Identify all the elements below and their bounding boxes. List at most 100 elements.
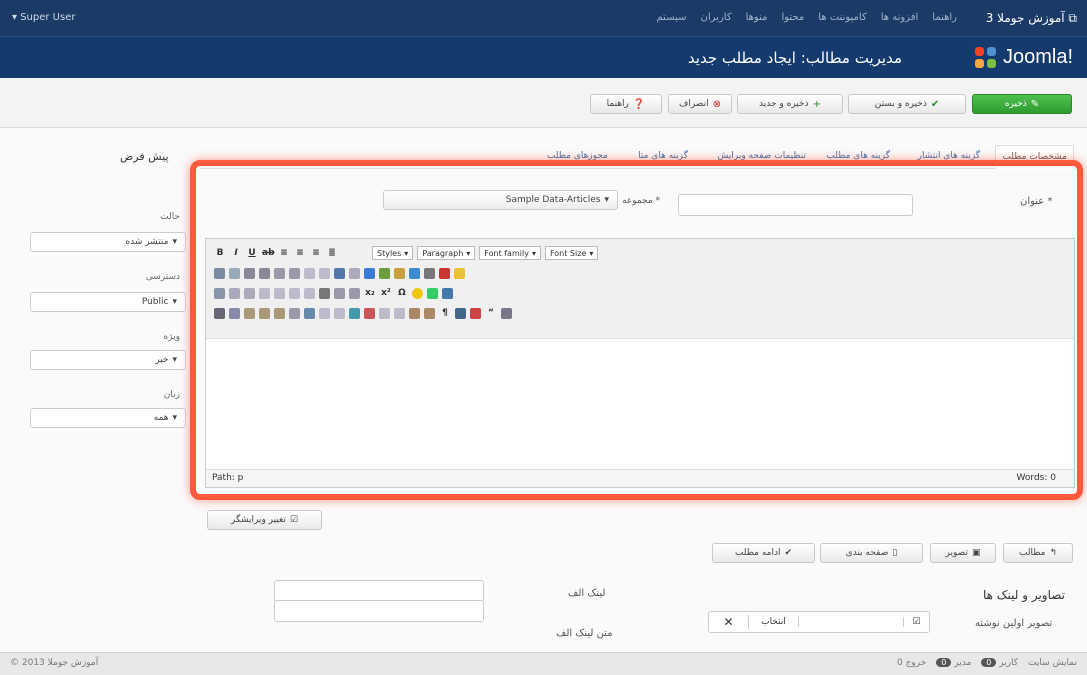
font-size-dropdown[interactable]: Font Size ▾ — [544, 246, 599, 260]
find-icon[interactable] — [214, 267, 225, 279]
pagebreak-icon[interactable] — [394, 307, 405, 319]
tab-metadata[interactable]: گزینه های متا — [632, 145, 694, 169]
acronym-icon[interactable] — [424, 307, 435, 319]
align-left-icon[interactable]: ≡ — [278, 248, 290, 258]
language-select[interactable]: همه ▾ — [30, 408, 186, 428]
tab-permissions[interactable]: مجوزهای مطلب — [541, 145, 614, 169]
code-icon[interactable] — [424, 267, 435, 279]
remove-format-icon[interactable] — [334, 287, 345, 299]
paste-text-icon[interactable] — [259, 307, 270, 319]
save-close-button[interactable]: ذخیره و بستن ✔ — [848, 94, 966, 114]
copy-icon[interactable] — [229, 307, 240, 319]
replace-icon[interactable] — [229, 267, 240, 279]
access-select[interactable]: Public ▾ — [30, 292, 186, 312]
site-link[interactable]: آموزش جوملا 3 ⧉ — [986, 11, 1077, 26]
charmap-icon[interactable]: Ω — [396, 288, 408, 298]
font-family-dropdown[interactable]: Font family ▾ — [479, 246, 541, 260]
source-icon[interactable] — [501, 307, 512, 319]
align-center-icon[interactable]: ≡ — [294, 248, 306, 258]
help-editor-icon[interactable] — [409, 267, 420, 279]
template-icon[interactable] — [364, 307, 375, 319]
cell-props-icon[interactable] — [244, 287, 255, 299]
link-a-input[interactable] — [274, 580, 484, 602]
align-justify-icon[interactable]: ≣ — [326, 248, 338, 258]
menu-item-help[interactable]: راهنما — [932, 12, 957, 23]
italic-icon[interactable]: I — [230, 248, 242, 258]
link-icon[interactable] — [334, 267, 345, 279]
table-icon[interactable] — [214, 287, 225, 299]
subscript-icon[interactable]: x₂ — [364, 288, 376, 298]
menu-item-menus[interactable]: منوها — [746, 12, 768, 23]
anchor-icon[interactable] — [364, 267, 375, 279]
rtl-icon[interactable] — [442, 287, 453, 299]
cut-icon[interactable] — [214, 307, 225, 319]
insert-col-icon[interactable] — [289, 287, 300, 299]
nbsp-icon[interactable] — [379, 307, 390, 319]
pilcrow-icon[interactable]: ¶ — [439, 308, 451, 318]
insert-row-icon[interactable] — [259, 287, 270, 299]
cleanup-icon[interactable] — [394, 267, 405, 279]
styles-dropdown[interactable]: Styles ▾ — [372, 246, 414, 260]
superscript-icon[interactable]: x² — [380, 288, 392, 298]
select-image-button[interactable]: انتخاب — [749, 617, 799, 627]
unlink-icon[interactable] — [349, 267, 360, 279]
view-site-link[interactable]: نمایش سایت — [1028, 658, 1077, 668]
layer-icon[interactable] — [319, 307, 330, 319]
featured-select[interactable]: خیر ▾ — [30, 350, 186, 370]
menu-item-users[interactable]: کاربران — [701, 12, 732, 23]
row-props-icon[interactable] — [229, 287, 240, 299]
menu-item-content[interactable]: محتوا — [781, 12, 804, 23]
tab-details[interactable]: مشخصات مطلب — [995, 145, 1074, 169]
redo-icon[interactable] — [319, 267, 330, 279]
image-icon[interactable] — [379, 267, 390, 279]
abbr-icon[interactable] — [409, 307, 420, 319]
readmore-button[interactable]: ادامه مطلب ✔ — [712, 543, 815, 563]
insert-image-button[interactable]: تصویر ▣ — [930, 543, 996, 563]
delete-col-icon[interactable] — [304, 287, 315, 299]
select-all-icon[interactable] — [289, 307, 300, 319]
paste-icon[interactable] — [244, 307, 255, 319]
tab-edit-screen[interactable]: تنظیمات صفحه ویرایش — [711, 145, 812, 169]
cancel-button[interactable]: انصراف ⊗ — [668, 94, 732, 114]
strikethrough-icon[interactable]: ab — [262, 248, 275, 258]
bullet-list-icon[interactable] — [244, 267, 255, 279]
print-icon[interactable] — [470, 307, 481, 319]
media-icon[interactable] — [427, 287, 438, 299]
undo-icon[interactable] — [304, 267, 315, 279]
messages-link[interactable]: 0 خروج — [897, 658, 926, 668]
underline-icon[interactable]: U — [246, 248, 258, 258]
outdent-icon[interactable] — [274, 267, 285, 279]
category-select[interactable]: Sample Data-Articles ▾ — [383, 190, 618, 210]
pagebreak-button[interactable]: صفحه بندی ▯ — [820, 543, 923, 563]
menu-item-system[interactable]: سیستم — [657, 12, 687, 23]
tab-publishing[interactable]: گزینه های انتشار — [912, 145, 986, 169]
user-menu[interactable]: ▾ Super User — [12, 12, 75, 23]
delete-row-icon[interactable] — [274, 287, 285, 299]
visual-aid-icon[interactable] — [349, 287, 360, 299]
save-button[interactable]: ذخیره ✎ — [972, 94, 1072, 114]
paragraph-dropdown[interactable]: Paragraph ▾ — [417, 246, 476, 260]
indent-icon[interactable] — [289, 267, 300, 279]
save-new-button[interactable]: ذخیره و جدید + — [737, 94, 843, 114]
hr-icon[interactable] — [319, 287, 330, 299]
spell-icon[interactable] — [349, 307, 360, 319]
preview-icon[interactable] — [455, 307, 466, 319]
numbered-list-icon[interactable] — [259, 267, 270, 279]
clear-icon[interactable]: ✕ — [709, 615, 749, 629]
editor-content-area[interactable] — [206, 339, 1074, 469]
emoticon-icon[interactable] — [412, 287, 423, 299]
title-input[interactable] — [678, 194, 913, 216]
checkbox-icon[interactable]: ☑ — [903, 617, 929, 627]
status-select[interactable]: منتشر شده ▾ — [30, 232, 186, 252]
help-button[interactable]: راهنما ❓ — [590, 94, 662, 114]
bold-icon[interactable]: B — [214, 248, 226, 258]
insert-article-button[interactable]: مطالب ↰ — [1003, 543, 1073, 563]
highlight-color-icon[interactable] — [454, 267, 465, 279]
fullscreen-icon[interactable] — [304, 307, 315, 319]
align-right-icon[interactable]: ≡ — [310, 248, 322, 258]
toggle-editor-button[interactable]: تغییر ویرایشگر ☑ — [207, 510, 322, 530]
quote-icon[interactable]: “ — [485, 308, 497, 318]
paste-word-icon[interactable] — [274, 307, 285, 319]
text-color-icon[interactable] — [439, 267, 450, 279]
menu-item-extensions[interactable]: افزونه ها — [881, 12, 919, 23]
